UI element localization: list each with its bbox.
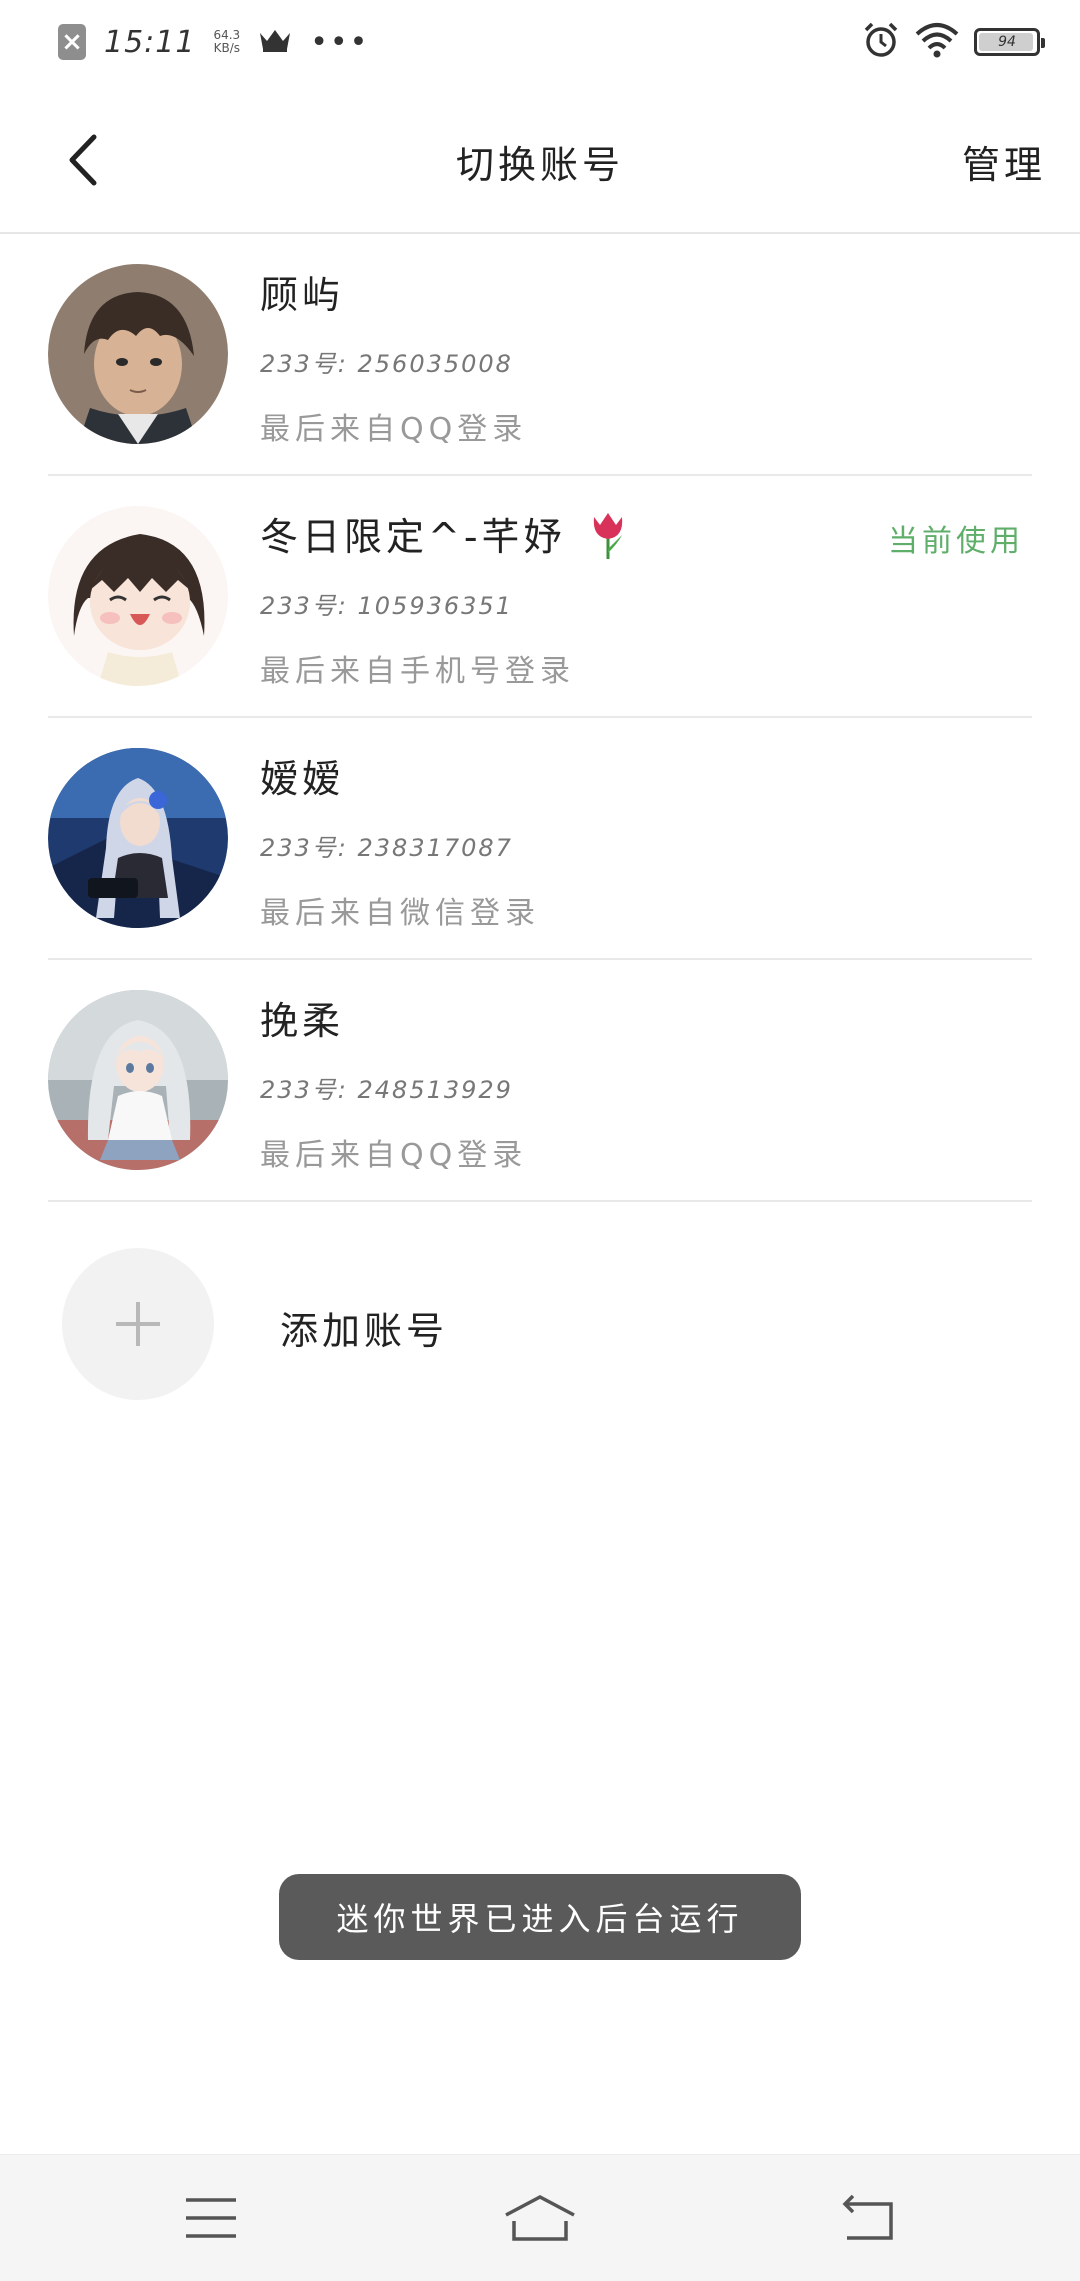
status-bar-right: 94 [862, 20, 1045, 64]
status-bar: × 15:11 64.3 KB/s ••• 94 [0, 0, 1080, 84]
account-login-source: 最后来自微信登录 [260, 896, 540, 931]
more-dots-icon: ••• [310, 24, 370, 60]
account-login-source: 最后来自手机号登录 [260, 654, 575, 689]
manage-button[interactable]: 管理 [962, 134, 1046, 189]
network-speed-unit: KB/s [213, 41, 241, 55]
current-account-badge: 当前使用 [888, 524, 1024, 559]
account-list: 顾屿 233号: 256035008 最后来自QQ登录 冬日限定^-芊妤 当前使… [0, 234, 1080, 1202]
status-bar-left: × 15:11 64.3 KB/s ••• [58, 22, 369, 62]
alarm-icon [862, 21, 900, 63]
back-icon [842, 2194, 893, 2240]
account-name: 冬日限定^-芊妤 [260, 506, 628, 570]
nav-back-button[interactable] [824, 2185, 914, 2251]
avatar [48, 990, 228, 1170]
account-id: 233号: 105936351 [260, 592, 513, 620]
header: 切换账号 管理 [0, 84, 1080, 234]
wifi-icon [914, 22, 960, 62]
system-nav-bar [0, 2154, 1080, 2281]
network-speed: 64.3 KB/s [213, 29, 240, 55]
account-item[interactable]: 顾屿 233号: 256035008 最后来自QQ登录 [48, 234, 1032, 476]
home-icon [505, 2195, 575, 2241]
account-id: 233号: 238317087 [260, 834, 513, 862]
account-item[interactable]: 嫒嫒 233号: 238317087 最后来自微信登录 [48, 718, 1032, 960]
tulip-icon [588, 509, 628, 570]
menu-icon [186, 2198, 236, 2238]
account-login-source: 最后来自QQ登录 [260, 1138, 528, 1173]
account-item[interactable]: 挽柔 233号: 248513929 最后来自QQ登录 [48, 960, 1032, 1202]
page-title: 切换账号 [455, 143, 624, 187]
crown-icon [258, 27, 292, 57]
account-id: 233号: 248513929 [260, 1076, 513, 1104]
battery-level: 94 [998, 34, 1016, 50]
battery-icon: 94 [974, 28, 1045, 56]
avatar [48, 506, 228, 686]
add-account-circle [62, 1248, 214, 1400]
account-name: 嫒嫒 [260, 757, 345, 801]
toast-message: 迷你世界已进入后台运行 [279, 1874, 801, 1960]
nav-home-button[interactable] [495, 2185, 585, 2251]
nav-menu-button[interactable] [166, 2185, 256, 2251]
add-account-label: 添加账号 [280, 1309, 449, 1353]
account-name: 顾屿 [260, 273, 345, 317]
status-time: 15:11 [104, 24, 196, 60]
account-name: 挽柔 [260, 999, 345, 1043]
account-item-current[interactable]: 冬日限定^-芊妤 当前使用 233号: 105936351 最后来自手机号登录 [48, 476, 1032, 718]
account-id: 233号: 256035008 [260, 350, 513, 378]
account-name-text: 冬日限定^-芊妤 [260, 515, 566, 559]
avatar [48, 748, 228, 928]
account-login-source: 最后来自QQ登录 [260, 412, 528, 447]
plus-icon [116, 1302, 160, 1346]
close-notification-icon: × [58, 24, 86, 60]
avatar [48, 264, 228, 444]
add-account-button[interactable]: 添加账号 [62, 1248, 662, 1400]
